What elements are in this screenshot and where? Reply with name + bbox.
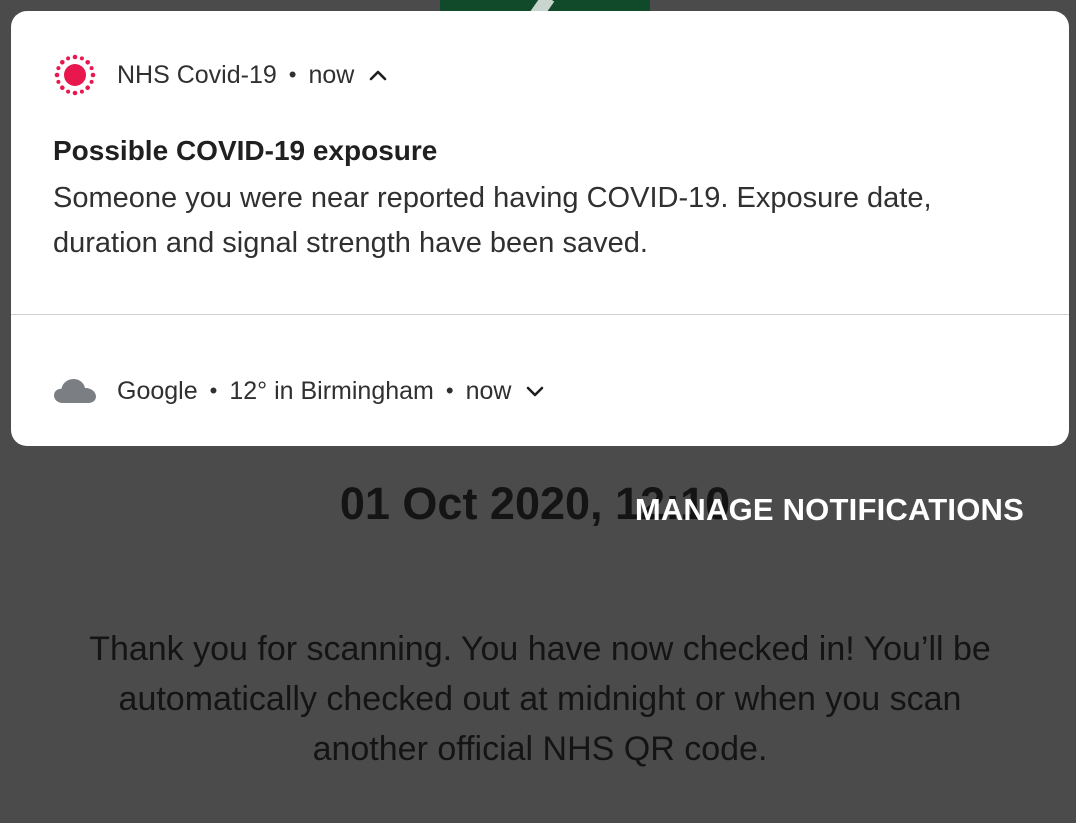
- cloud-icon: [53, 369, 97, 413]
- header-separator: •: [445, 378, 454, 403]
- notification-panel: NHS Covid-19 • now Possible COVID-19 exp…: [11, 11, 1069, 446]
- app-name: NHS Covid-19: [117, 60, 277, 89]
- chevron-down-icon[interactable]: [523, 379, 547, 403]
- checkin-message: Thank you for scanning. You have now che…: [89, 630, 991, 768]
- notification-header: Google • 12° in Birmingham • now: [53, 371, 547, 411]
- header-separator: •: [288, 62, 297, 87]
- notification-time: now: [465, 376, 512, 405]
- notification-body: Someone you were near reported having CO…: [53, 182, 932, 259]
- notification-time: now: [308, 60, 355, 89]
- app-name: Google: [117, 376, 198, 405]
- nhs-covid-notification[interactable]: NHS Covid-19 • now Possible COVID-19 exp…: [11, 11, 1069, 314]
- chevron-up-icon[interactable]: [366, 63, 390, 87]
- google-weather-notification[interactable]: Google • 12° in Birmingham • now: [11, 315, 1069, 446]
- manage-notifications-button[interactable]: MANAGE NOTIFICATIONS: [635, 492, 1024, 528]
- header-separator: •: [209, 378, 218, 403]
- covid-virus-icon: [53, 53, 97, 97]
- weather-summary: 12° in Birmingham: [229, 376, 434, 405]
- notification-title: Possible COVID-19 exposure: [53, 135, 438, 166]
- notification-header: NHS Covid-19 • now: [53, 53, 390, 97]
